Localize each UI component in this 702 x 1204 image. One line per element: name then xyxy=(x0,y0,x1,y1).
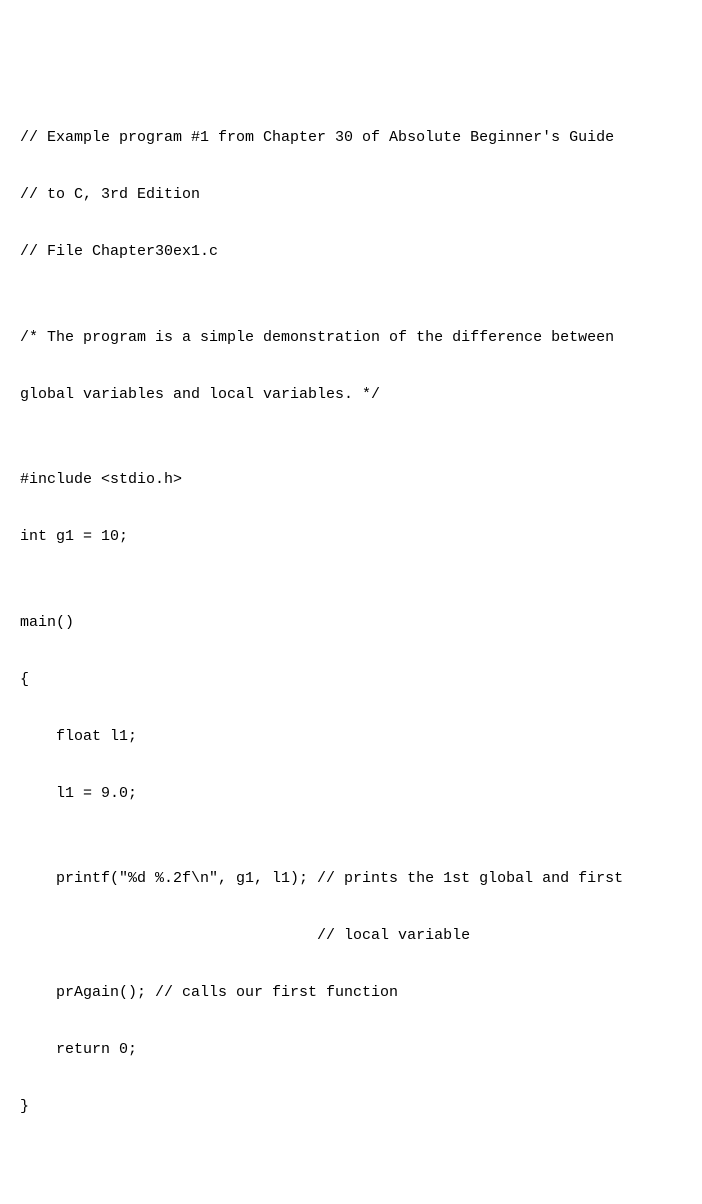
code-line-statement: prAgain(); // calls our first function xyxy=(20,979,682,1008)
code-line-include: #include <stdio.h> xyxy=(20,466,682,495)
code-line-declaration: float l1; xyxy=(20,723,682,752)
code-line-return: return 0; xyxy=(20,1036,682,1065)
code-line-comment: // local variable xyxy=(20,922,682,951)
code-line-comment: /* The program is a simple demonstration… xyxy=(20,324,682,353)
code-line-assignment: l1 = 9.0; xyxy=(20,780,682,809)
code-line-comment: global variables and local variables. */ xyxy=(20,381,682,410)
code-line-brace: } xyxy=(20,1093,682,1122)
code-line-statement: printf("%d %.2f\n", g1, l1); // prints t… xyxy=(20,865,682,894)
code-line-comment: // Example program #1 from Chapter 30 of… xyxy=(20,124,682,153)
code-line-comment: // to C, 3rd Edition xyxy=(20,181,682,210)
code-line-declaration: int g1 = 10; xyxy=(20,523,682,552)
code-line-brace: { xyxy=(20,666,682,695)
code-line-function: main() xyxy=(20,609,682,638)
code-line-comment: // File Chapter30ex1.c xyxy=(20,238,682,267)
